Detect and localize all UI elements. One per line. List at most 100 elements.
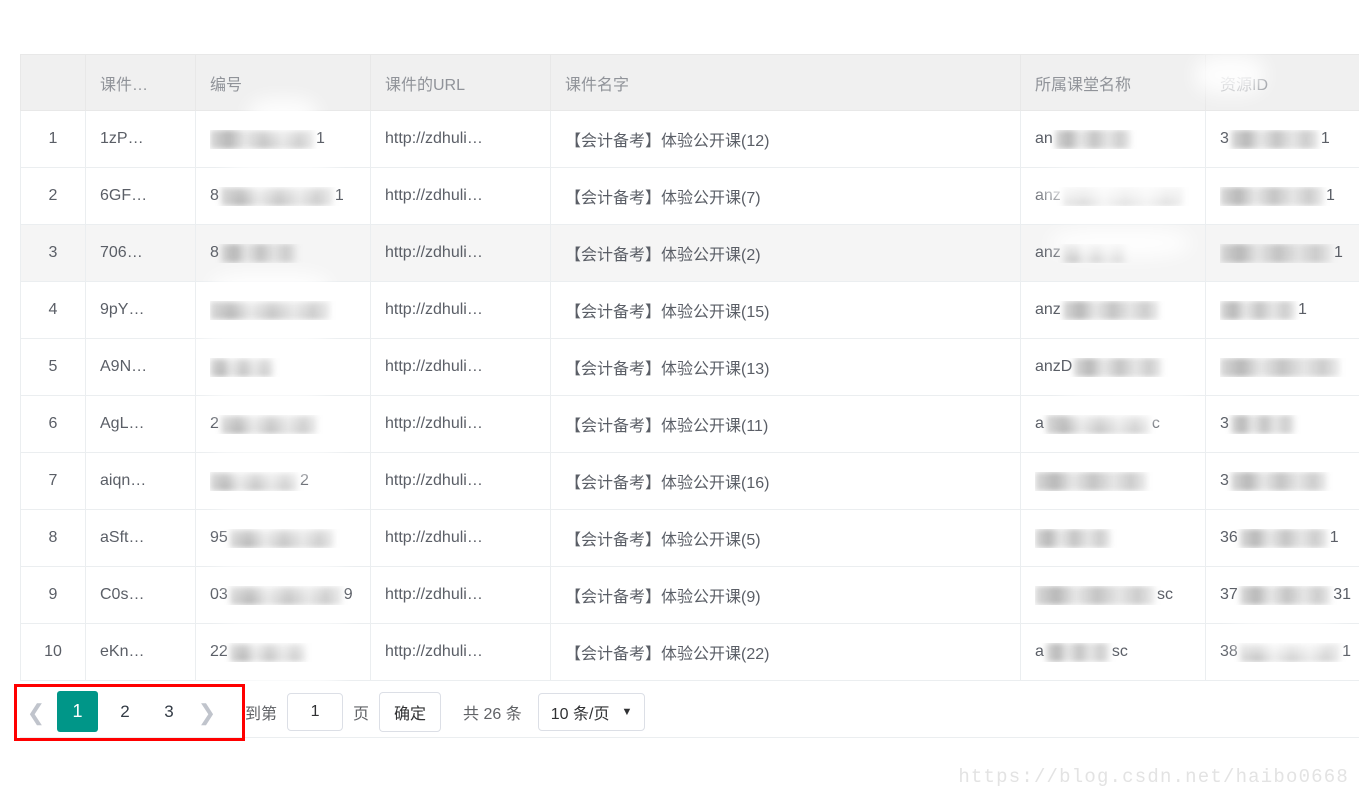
cell-text-visible: anz xyxy=(1035,244,1061,261)
page-size-label: 10 条/页 xyxy=(550,705,610,723)
cell-text-visible: 95 xyxy=(210,529,228,546)
table-row[interactable]: 7 aiqn… 2 http://zdhuli… 【会计备考】体验公开课(16) 3 xyxy=(20,452,1359,510)
prev-page-button[interactable]: ❮ xyxy=(20,695,52,729)
page-root: 课件… 编号 课件的URL 课件名字 所属课堂名称 资源ID 1 1zP… 1 htt… xyxy=(0,0,1359,796)
cell-courseware-name: 【会计备考】体验公开课(22) xyxy=(550,623,1021,681)
redacted-value xyxy=(1220,186,1324,206)
cell-classroom-name: anz xyxy=(1020,281,1206,339)
cell-text-visible: 1 xyxy=(1326,187,1335,204)
cell-text-visible: a xyxy=(1035,415,1044,432)
cell-number: 8 xyxy=(195,224,371,282)
cell-number: 95 xyxy=(195,509,371,567)
cell-index: 8 xyxy=(20,509,86,567)
cell-text-visible: 38 xyxy=(1220,643,1238,660)
cell-text-visible: 8 xyxy=(210,187,219,204)
cell-index: 7 xyxy=(20,452,86,510)
cell-url: http://zdhuli… xyxy=(370,167,551,225)
cell-courseware-name: 【会计备考】体验公开课(12) xyxy=(550,110,1021,168)
cell-text-visible: sc xyxy=(1111,643,1128,660)
redacted-value xyxy=(1045,414,1150,434)
redacted-value xyxy=(210,129,314,149)
column-header-resource-id[interactable]: 资源ID xyxy=(1205,54,1359,111)
cell-courseware-key: 1zP… xyxy=(85,110,196,168)
table-row[interactable]: 5 A9N… http://zdhuli… 【会计备考】体验公开课(13) anzD xyxy=(20,338,1359,396)
table-row[interactable]: 10 eKn… 22 http://zdhuli… 【会计备考】体验公开课(22) a sc… xyxy=(20,623,1359,681)
redacted-value xyxy=(1220,300,1296,320)
column-header-courseware[interactable]: 课件… xyxy=(85,54,196,111)
cell-url: http://zdhuli… xyxy=(370,281,551,339)
cell-classroom-name: anz xyxy=(1020,167,1206,225)
cell-text-visible: 1 xyxy=(1320,130,1330,147)
cell-text-visible: 1 xyxy=(1334,244,1343,261)
cell-courseware-key: aiqn… xyxy=(85,452,196,510)
next-page-button[interactable]: ❯ xyxy=(191,695,223,729)
cell-number: 81 xyxy=(195,167,371,225)
cell-text-visible: 36 xyxy=(1220,529,1238,546)
cell-index: 5 xyxy=(20,338,86,396)
cell-courseware-key: 706… xyxy=(85,224,196,282)
column-header-classroom[interactable]: 所属课堂名称 xyxy=(1020,54,1206,111)
table-row[interactable]: 1 1zP… 1 http://zdhuli… 【会计备考】体验公开课(12) an 3 1 xyxy=(20,110,1359,168)
table-row[interactable]: 8 aSft… 95 http://zdhuli… 【会计备考】体验公开课(5) 36 1 xyxy=(20,509,1359,567)
redacted-value xyxy=(1062,243,1127,263)
column-header-name[interactable]: 课件名字 xyxy=(550,54,1021,111)
cell-number: 1 xyxy=(195,110,371,168)
table-row[interactable]: 9 C0s… 03 9 http://zdhuli… 【会计备考】体验公开课(9) sc 37… xyxy=(20,566,1359,624)
cell-number: 22 xyxy=(195,623,371,681)
redacted-value xyxy=(1062,186,1183,206)
cell-resource-id: 3 xyxy=(1205,452,1359,510)
redacted-value xyxy=(1054,129,1131,149)
cell-resource-id: 36 1 xyxy=(1205,509,1359,567)
column-header-index[interactable] xyxy=(20,54,86,111)
cell-classroom-name: ac xyxy=(1020,395,1206,453)
confirm-jump-button[interactable]: 确定 xyxy=(379,691,442,732)
cell-text-visible: 9 xyxy=(343,586,353,603)
cell-classroom-name xyxy=(1020,452,1206,510)
column-header-url[interactable]: 课件的URL xyxy=(370,54,551,111)
table-row[interactable]: 2 6GF… 8 1 http://zdhuli… 【会计备考】体验公开课(7) anz 1 xyxy=(20,167,1359,225)
table-row[interactable]: 6 AgL… 2 http://zdhuli… 【会计备考】体验公开课(11) a c 3 xyxy=(20,395,1359,453)
table-header: 课件… 编号 课件的URL 课件名字 所属课堂名称 资源ID xyxy=(20,54,1359,111)
cell-resource-id: 3 xyxy=(1205,395,1359,453)
redacted-value xyxy=(1239,642,1341,662)
chevron-down-icon: ▼ xyxy=(621,705,633,718)
jump-suffix-label: 页 xyxy=(353,705,370,723)
cell-text-visible: 3 xyxy=(1220,130,1229,147)
column-header-number[interactable]: 编号 xyxy=(195,54,371,111)
cell-text-visible: c xyxy=(1151,415,1160,432)
page-button-2[interactable]: 2 xyxy=(108,695,142,729)
cell-courseware-name: 【会计备考】体验公开课(2) xyxy=(550,224,1021,282)
cell-index: 4 xyxy=(20,281,86,339)
redacted-value xyxy=(1220,243,1332,263)
cell-url: http://zdhuli… xyxy=(370,452,551,510)
redacted-value xyxy=(1035,471,1147,491)
cell-number: 03 9 xyxy=(195,566,371,624)
cell-text-visible: 1 xyxy=(1342,643,1351,660)
cell-index: 1 xyxy=(20,110,86,168)
cell-index: 3 xyxy=(20,224,86,282)
cell-text-visible: 1 xyxy=(1329,529,1339,546)
cell-courseware-key: 6GF… xyxy=(85,167,196,225)
cell-classroom-name: anzD xyxy=(1020,338,1206,396)
page-button-3[interactable]: 3 xyxy=(152,695,186,729)
cell-resource-id: 38 1 xyxy=(1205,623,1359,681)
cell-text-visible: an xyxy=(1035,130,1053,147)
page-button-1[interactable]: 1 xyxy=(57,691,98,732)
jump-page-input[interactable] xyxy=(287,692,344,731)
redacted-value xyxy=(1045,642,1110,662)
cell-text-visible: 1 xyxy=(1298,301,1307,318)
cell-resource-id: 31 xyxy=(1205,110,1359,168)
cell-index: 9 xyxy=(20,566,86,624)
redacted-value xyxy=(1230,414,1295,434)
cell-courseware-name: 【会计备考】体验公开课(11) xyxy=(550,395,1021,453)
cell-resource-id: 1 xyxy=(1205,224,1359,282)
redacted-value xyxy=(1062,300,1159,320)
redacted-value xyxy=(210,357,274,377)
cell-courseware-name: 【会计备考】体验公开课(15) xyxy=(550,281,1021,339)
table-row[interactable]: 3 706… 8 http://zdhuli… 【会计备考】体验公开课(2) anz 1 xyxy=(20,224,1359,282)
table-row[interactable]: 4 9pY… http://zdhuli… 【会计备考】体验公开课(15) anz 1 xyxy=(20,281,1359,339)
cell-text-visible: 2 xyxy=(300,472,309,489)
page-size-select[interactable]: 10 条/页 ▼ xyxy=(537,692,646,731)
cell-text-visible: 3 xyxy=(1220,415,1229,432)
redacted-value xyxy=(1239,585,1332,605)
